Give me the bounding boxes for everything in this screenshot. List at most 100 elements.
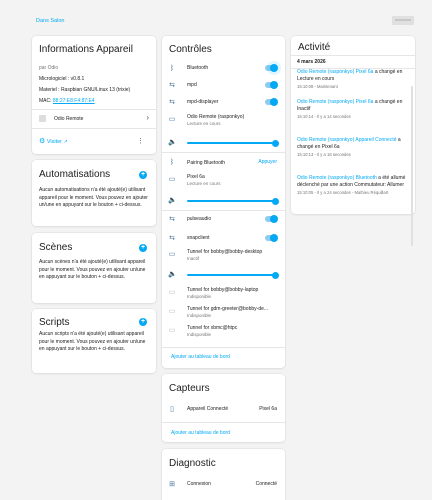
cast-icon: ▭ (168, 289, 176, 296)
divider (32, 128, 156, 129)
activity-entity-link[interactable]: Odio Remote (rasponkyo) Pixel 6a (297, 69, 373, 75)
mpd-toggle[interactable] (265, 81, 278, 89)
switch-icon: ⇆ (169, 235, 175, 242)
automations-title: Automatisations (39, 169, 111, 180)
visit-button[interactable]: ⚙ Visiter ↗ (39, 137, 68, 146)
device-hardware: Materiel : Raspbian GNU/Linux 13 (trixie… (39, 87, 131, 93)
scripts-card: Scripts + Aucun scripts n'a été ajouté(e… (32, 309, 156, 373)
pixel-row[interactable]: ▭ Pixel 6a Lecture en cours (168, 174, 279, 190)
odio-volume-slider[interactable] (187, 139, 279, 147)
integration-row[interactable]: Odio Remote › (39, 113, 149, 124)
connection-value: Connecté (255, 481, 277, 487)
device-info-card: Informations Appareil par Odio Micrologi… (32, 36, 156, 154)
odio-player-row[interactable]: ▭ Odio Remote (rasponkyo) Lecture en cou… (168, 114, 279, 130)
odio-volume-row[interactable]: 🔈 (168, 137, 279, 147)
sensors-card: Capteurs ▯ Appareil Connecté Pixel 6a Aj… (162, 374, 285, 442)
connected-device-label: Appareil Connecté (187, 406, 229, 412)
add-script-button[interactable]: + (139, 318, 147, 326)
scenes-card: Scènes + Aucun scènes n'a été ajouté(e) … (32, 233, 156, 303)
add-automation-button[interactable]: + (139, 171, 147, 179)
activity-entity-link[interactable]: Odio Remote (rasponkyo) Bluetooth (297, 175, 377, 181)
pulseaudio-row[interactable]: ⇆ pulseaudio (168, 214, 279, 228)
activity-card: Activité 4 mars 2026 Odio Remote (raspon… (291, 36, 415, 246)
switch-icon: ⇆ (169, 82, 175, 89)
tunnel-laptop-label: Tunnel for bobby@bobby-laptop (187, 287, 259, 293)
tunnel-laptop-state: Indisponible (187, 294, 212, 299)
area-link[interactable]: Dans Salon (36, 18, 64, 24)
switch-icon: ⇆ (169, 216, 175, 223)
divider (32, 109, 156, 110)
activity-date: 4 mars 2026 (297, 59, 326, 65)
add-scene-button[interactable]: + (139, 244, 147, 252)
diagnostic-card: Diagnostic ⊞ Connexion Connecté (162, 449, 285, 500)
bluetooth-toggle[interactable] (265, 61, 281, 75)
mpd-displayer-label: mpd-displayer (187, 99, 219, 105)
scripts-empty-text: Aucun scripts n'a été ajouté(e) utilisan… (39, 331, 146, 352)
integration-label: Odio Remote (54, 116, 84, 122)
volume-icon: 🔈 (168, 271, 177, 278)
bluetooth-icon: ᛒ (169, 65, 175, 72)
pixel-volume-slider[interactable] (187, 197, 279, 205)
mpd-label: mpd (187, 82, 197, 88)
divider (162, 210, 285, 211)
connection-label: Connexion (187, 481, 211, 487)
sensors-title: Capteurs (169, 383, 210, 394)
snapclient-row[interactable]: ⇆ snapclient (168, 233, 279, 247)
sensors-add-to-dashboard-link[interactable]: Ajouter au tableau de bord (171, 430, 230, 436)
divider (291, 55, 415, 56)
activity-entry: Odio Remote (rasponkyo) Pixel 6a a chang… (297, 99, 407, 121)
automations-empty-text: Aucun automatisations n'a été ajouté(e) … (39, 187, 148, 208)
activity-entity-link[interactable]: Odio Remote (rasponkyo) Appareil Connect… (297, 137, 397, 143)
divider (162, 152, 285, 153)
tunnel-desktop-volume-row[interactable]: 🔈 (168, 269, 279, 279)
controls-add-to-dashboard-link[interactable]: Ajouter au tableau de bord (171, 354, 230, 360)
overflow-menu-button[interactable] (392, 16, 414, 25)
pairing-press-button[interactable]: Appuyer (258, 159, 277, 165)
switch-icon: ⇆ (169, 99, 175, 106)
activity-entry: Odio Remote (rasponkyo) Pixel 6a a chang… (297, 69, 407, 91)
mpd-displayer-toggle[interactable] (265, 98, 278, 106)
tunnel-laptop-row[interactable]: ▭ Tunnel for bobby@bobby-laptop Indispon… (168, 287, 279, 303)
mac-label: MAC: (39, 98, 52, 104)
divider (162, 347, 285, 348)
connection-row[interactable]: ⊞ Connexion Connecté (168, 479, 279, 493)
more-options-icon[interactable]: ⋮ (137, 137, 144, 145)
activity-scrollbar[interactable] (411, 86, 413, 246)
bluetooth-row[interactable]: ᛒ Bluetooth (168, 61, 281, 77)
cast-icon: ▭ (168, 327, 176, 334)
controls-title: Contrôles (169, 44, 212, 55)
chevron-right-icon: › (146, 113, 149, 122)
activity-timestamp: 15:10:08 - Maintenant (297, 84, 338, 89)
tunnel-desktop-volume-slider[interactable] (187, 271, 279, 279)
odio-player-state: Lecture en cours (187, 121, 221, 126)
tunnel-xbmc-row[interactable]: ▭ Tunnel for xbmc@htpc Indisponible (168, 325, 279, 341)
cast-icon: ▭ (168, 116, 176, 123)
activity-entity-link[interactable]: Odio Remote (rasponkyo) Pixel 6a (297, 99, 373, 105)
snapclient-toggle[interactable] (265, 234, 278, 242)
device-info-title: Informations Appareil (39, 44, 133, 55)
pulseaudio-toggle[interactable] (265, 215, 278, 223)
pulseaudio-label: pulseaudio (187, 216, 212, 222)
volume-icon: 🔈 (168, 197, 177, 204)
connected-device-row[interactable]: ▯ Appareil Connecté Pixel 6a (168, 404, 279, 418)
tunnel-gdm-label: Tunnel for gdm-greeter@bobby-de... (187, 306, 269, 312)
tunnel-gdm-row[interactable]: ▭ Tunnel for gdm-greeter@bobby-de... Ind… (168, 306, 279, 322)
tunnel-desktop-row[interactable]: ▭ Tunnel for bobby@bobby-desktop Inactif (168, 249, 279, 265)
volume-icon: 🔈 (168, 139, 177, 146)
tunnel-xbmc-state: Indisponible (187, 332, 212, 337)
automations-card: Automatisations + Aucun automatisations … (32, 160, 156, 226)
open-external-icon: ↗ (63, 139, 68, 145)
visit-label: Visiter (46, 139, 62, 145)
activity-entry: Odio Remote (rasponkyo) Bluetooth a été … (297, 175, 407, 197)
device-mac: MAC: 88:27:E8:F4:87:E4 (39, 98, 95, 104)
activity-timestamp: 15:10:13 - Il y a 16 secondes (297, 152, 351, 157)
cellphone-icon: ▯ (170, 406, 174, 413)
pixel-volume-row[interactable]: 🔈 (168, 195, 279, 205)
mac-value[interactable]: 88:27:E8:F4:87:E4 (53, 98, 95, 104)
lan-icon: ⊞ (169, 481, 175, 488)
cast-icon: ▭ (168, 176, 176, 183)
activity-timestamp: 15:10:05 - Il y a 24 secondes - Mathieu … (297, 190, 389, 195)
mpd-row[interactable]: ⇆ mpd (168, 80, 279, 94)
mpd-displayer-row[interactable]: ⇆ mpd-displayer (168, 97, 279, 111)
scripts-title: Scripts (39, 317, 70, 328)
